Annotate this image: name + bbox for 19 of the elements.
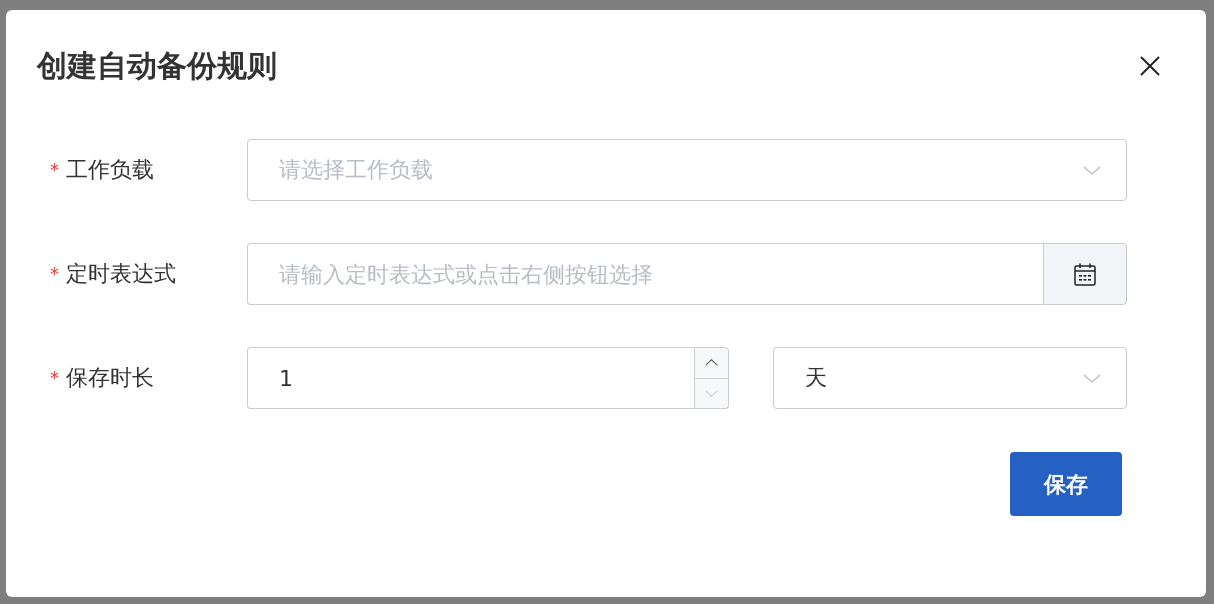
field-label: 保存时长 xyxy=(66,364,154,392)
duration-input[interactable]: 1 xyxy=(247,347,694,409)
close-button[interactable] xyxy=(1140,56,1160,76)
save-button[interactable]: 保存 xyxy=(1010,452,1122,516)
cron-expression-input[interactable]: 请输入定时表达式或点击右侧按钮选择 xyxy=(247,243,1043,305)
chevron-down-icon xyxy=(705,389,718,397)
required-mark: * xyxy=(50,366,60,390)
calendar-icon xyxy=(1074,262,1096,286)
dialog-title: 创建自动备份规则 xyxy=(37,47,277,85)
close-icon xyxy=(1140,56,1160,76)
chevron-up-icon xyxy=(705,359,718,367)
required-mark: * xyxy=(50,262,60,286)
field-label: 定时表达式 xyxy=(66,260,176,288)
unit-select[interactable]: 天 xyxy=(773,347,1127,409)
field-label: 工作负载 xyxy=(66,156,154,184)
chevron-down-icon xyxy=(1083,165,1101,175)
calendar-button[interactable] xyxy=(1043,243,1127,305)
required-mark: * xyxy=(50,158,60,182)
chevron-down-icon xyxy=(1083,373,1101,383)
